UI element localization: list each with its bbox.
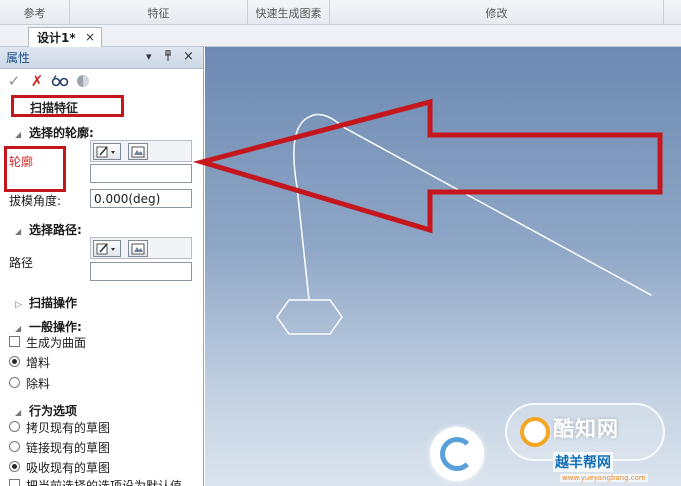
annotation-arrow — [192, 98, 663, 234]
as-surface-label: 生成为曲面 — [26, 336, 87, 350]
copy-sketch-radio[interactable] — [9, 421, 20, 432]
document-tab[interactable]: 设计1* × — [28, 27, 102, 47]
collapse-triangle-icon: ◢ — [15, 408, 22, 417]
path-label: 路径 — [9, 256, 34, 270]
sweep-operation-section[interactable]: ▷ 扫描操作 — [15, 294, 77, 311]
profile-sketch-button[interactable] — [93, 143, 121, 160]
ribbon-group-feature[interactable]: 特征 — [70, 0, 248, 25]
collapse-triangle-icon: ◢ — [15, 227, 22, 236]
ribbon-group-modify[interactable]: 修改 — [330, 0, 664, 25]
ok-check-icon[interactable]: ✓ — [5, 72, 23, 90]
watermark-site-name: 酷知网 — [553, 417, 619, 441]
set-default-checkbox[interactable] — [9, 479, 20, 486]
collapse-triangle-icon: ◢ — [15, 130, 22, 139]
profile-section[interactable]: ◢ 选择的轮廓: — [15, 124, 94, 141]
watermark2-logo-icon — [440, 437, 474, 471]
collapse-triangle-icon: ◢ — [15, 324, 22, 333]
ribbon-group-reference[interactable]: 参考 — [0, 0, 70, 25]
annotation-box-header — [11, 95, 124, 117]
profile-pick-button[interactable] — [128, 143, 148, 160]
draft-angle-label: 拔模角度: — [9, 194, 62, 208]
path-section[interactable]: ◢ 选择路径: — [15, 221, 82, 238]
cancel-x-icon[interactable]: ✗ — [28, 72, 46, 90]
path-field[interactable] — [90, 262, 192, 281]
absorb-sketch-label: 吸收现有的草图 — [26, 461, 111, 475]
add-material-label: 增料 — [26, 356, 51, 370]
panel-toolbar: ✓ ✗ — [0, 69, 203, 93]
absorb-sketch-radio[interactable] — [9, 461, 20, 472]
link-sketch-label: 链接现有的草图 — [26, 441, 111, 455]
document-tab-strip: 设计1* × — [0, 25, 681, 47]
sweep-operation-label: 扫描操作 — [29, 296, 78, 310]
path-pick-button[interactable] — [128, 240, 148, 257]
as-surface-checkbox[interactable] — [9, 336, 20, 347]
ribbon-group-bar: 参考 特征 快速生成图素 修改 — [0, 0, 681, 25]
draft-angle-input[interactable]: 0.000(deg) — [90, 189, 192, 208]
remove-material-label: 除料 — [26, 377, 51, 391]
hexagon-profile — [276, 299, 343, 335]
path-sketch-button[interactable] — [93, 240, 121, 257]
document-tab-close-icon[interactable]: × — [85, 30, 95, 44]
copy-sketch-label: 拷贝现有的草图 — [26, 421, 111, 435]
general-operation-label: 一般操作: — [29, 320, 82, 334]
watermark-logo-icon — [520, 417, 550, 447]
ribbon-group-quick-generate[interactable]: 快速生成图素 — [248, 0, 330, 25]
link-sketch-radio[interactable] — [9, 441, 20, 452]
profile-field[interactable] — [90, 164, 192, 183]
general-operation-section[interactable]: ◢ 一般操作: — [15, 318, 82, 335]
set-default-label: 把当前选择的选项设为默认值 — [26, 479, 183, 486]
watermark2-site-name: 越羊帮网 — [553, 452, 613, 472]
watermark2-url: www.yueyangbang.com — [560, 474, 648, 482]
panel-title-bar: 属性 ▾ × — [0, 47, 203, 69]
panel-close-icon[interactable]: × — [183, 49, 194, 64]
profile-section-label: 选择的轮廓: — [29, 126, 94, 140]
expand-triangle-icon: ▷ — [15, 300, 22, 310]
document-tab-label: 设计1* — [37, 31, 76, 45]
remove-material-radio[interactable] — [9, 377, 20, 388]
behavior-options-section[interactable]: ◢ 行为选项 — [15, 402, 77, 419]
add-material-radio[interactable] — [9, 356, 20, 367]
preview-glasses-icon[interactable] — [51, 72, 69, 90]
behavior-options-label: 行为选项 — [29, 404, 78, 418]
panel-pin-icon[interactable] — [164, 49, 172, 64]
panel-dropdown-icon[interactable]: ▾ — [146, 50, 152, 63]
panel-title: 属性 — [6, 51, 31, 65]
path-section-label: 选择路径: — [29, 223, 82, 237]
help-icon[interactable] — [74, 72, 92, 90]
annotation-box-profile — [4, 146, 66, 192]
